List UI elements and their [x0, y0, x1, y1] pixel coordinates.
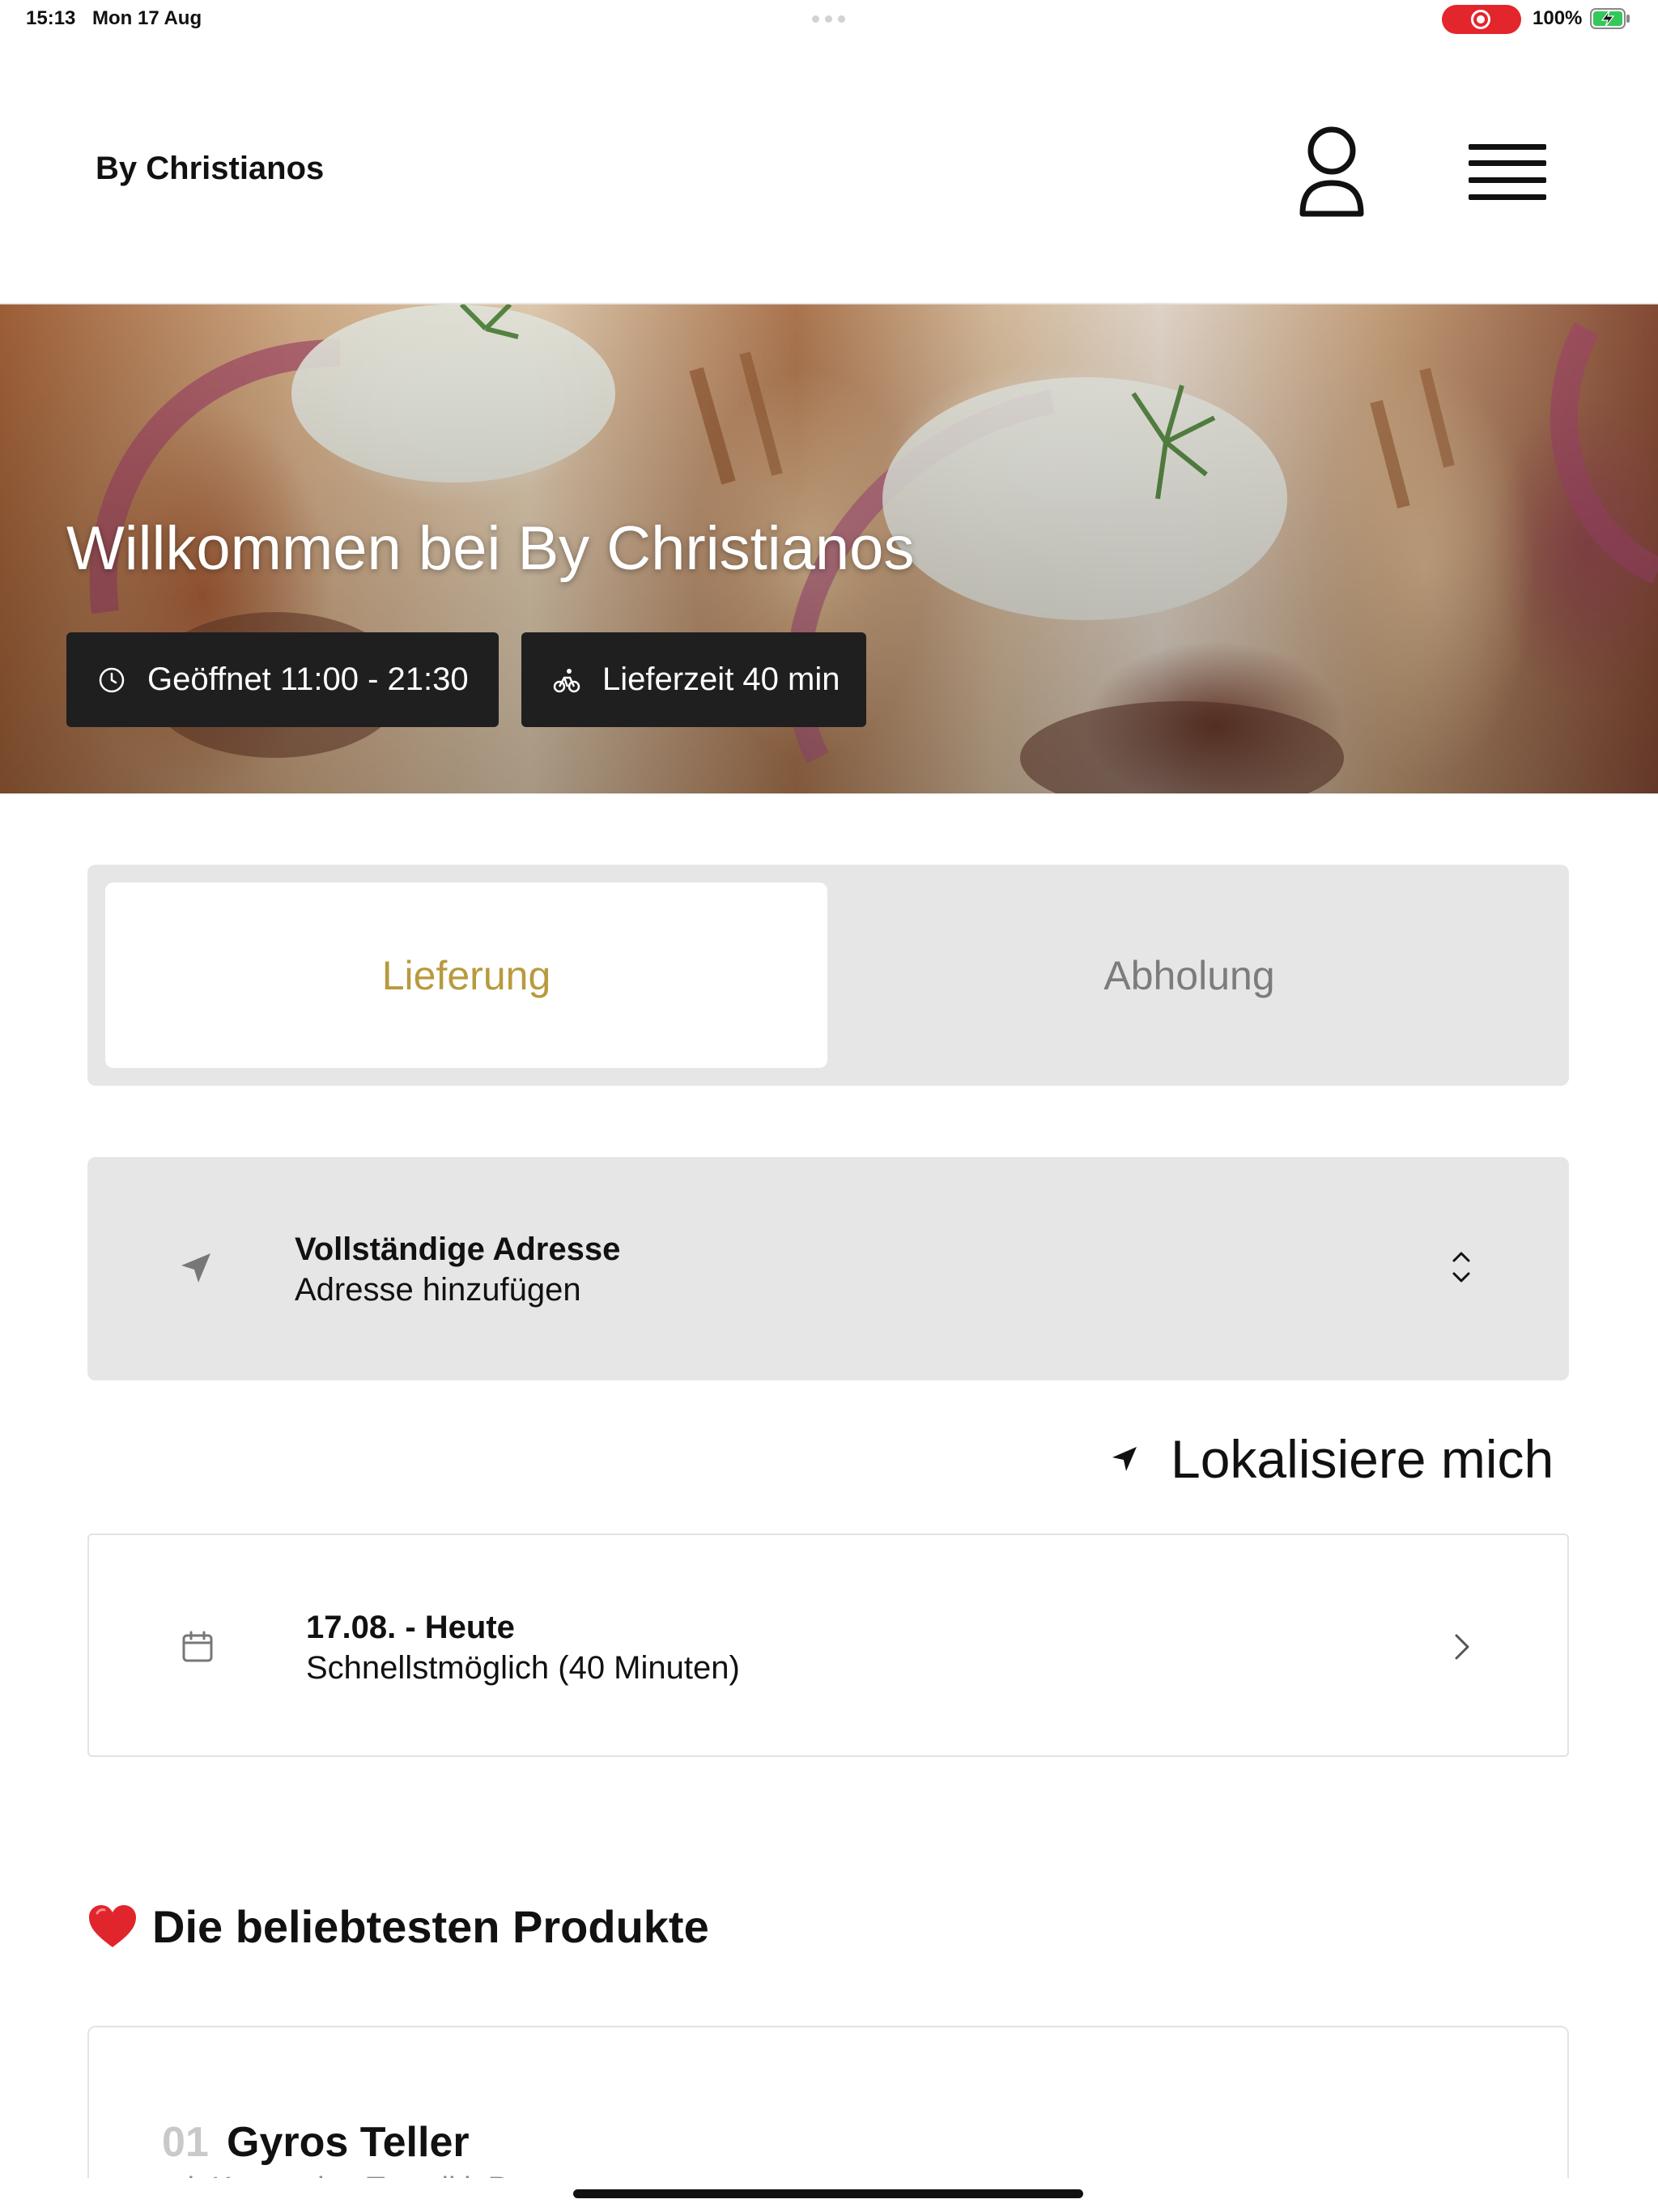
bicycle-icon — [553, 668, 580, 692]
navigation-arrow-icon — [181, 1253, 210, 1283]
opening-hours-label: Geöffnet 11:00 - 21:30 — [147, 661, 469, 697]
address-selector[interactable]: Vollständige Adresse Adresse hinzufügen — [87, 1157, 1569, 1380]
hero-banner: Willkommen bei By Christianos Geöffnet 1… — [0, 304, 1658, 793]
status-bar: 15:13 Mon 17 Aug 100% — [0, 0, 1658, 39]
app-header: By Christianos — [0, 39, 1658, 304]
address-title: Vollständige Adresse — [295, 1231, 621, 1267]
order-mode-toggle: Lieferung Abholung — [87, 865, 1569, 1086]
delivery-date-title: 17.08. - Heute — [306, 1610, 515, 1645]
menu-icon[interactable] — [1465, 136, 1550, 209]
battery-charging-icon — [1590, 8, 1630, 29]
locate-me-label: Lokalisiere mich — [1171, 1429, 1554, 1489]
locate-me-button[interactable]: Lokalisiere mich — [1109, 1427, 1554, 1491]
address-subtitle: Adresse hinzufügen — [295, 1272, 581, 1308]
delivery-time-chip: Lieferzeit 40 min — [521, 632, 866, 727]
opening-hours-chip: Geöffnet 11:00 - 21:30 — [66, 632, 499, 727]
home-indicator[interactable] — [573, 2189, 1083, 2198]
calendar-icon — [182, 1631, 213, 1662]
multitasking-dots[interactable] — [812, 15, 845, 23]
screen-recording-icon[interactable] — [1442, 5, 1521, 34]
clock-icon — [99, 667, 125, 692]
delivery-date-subtitle: Schnellstmöglich (40 Minuten) — [306, 1650, 740, 1686]
status-time: 15:13 — [26, 7, 76, 29]
delivery-time-label: Lieferzeit 40 min — [602, 661, 840, 697]
chevron-up-down-icon — [1452, 1252, 1470, 1283]
profile-icon[interactable] — [1291, 125, 1372, 222]
popular-products-heading: Die beliebtesten Produkte — [87, 1898, 709, 1955]
brand-name[interactable]: By Christianos — [96, 151, 324, 187]
delivery-date-selector[interactable]: 17.08. - Heute Schnellstmöglich (40 Minu… — [87, 1534, 1569, 1757]
tab-delivery[interactable]: Lieferung — [105, 883, 827, 1068]
location-arrow-icon — [1112, 1447, 1137, 1471]
chevron-right-icon — [1455, 1634, 1469, 1660]
popular-products-label: Die beliebtesten Produkte — [152, 1900, 709, 1952]
product-name: Gyros Teller — [227, 2119, 470, 2166]
status-date: Mon 17 Aug — [92, 7, 202, 29]
product-number: 01 — [162, 2119, 209, 2166]
battery-percent: 100% — [1533, 7, 1583, 29]
tab-pickup[interactable]: Abholung — [827, 883, 1551, 1068]
red-heart-icon — [89, 1905, 136, 1947]
hero-title: Willkommen bei By Christianos — [66, 514, 915, 583]
app-screen: 15:13 Mon 17 Aug 100% By Christianos Wil… — [0, 0, 1658, 2212]
